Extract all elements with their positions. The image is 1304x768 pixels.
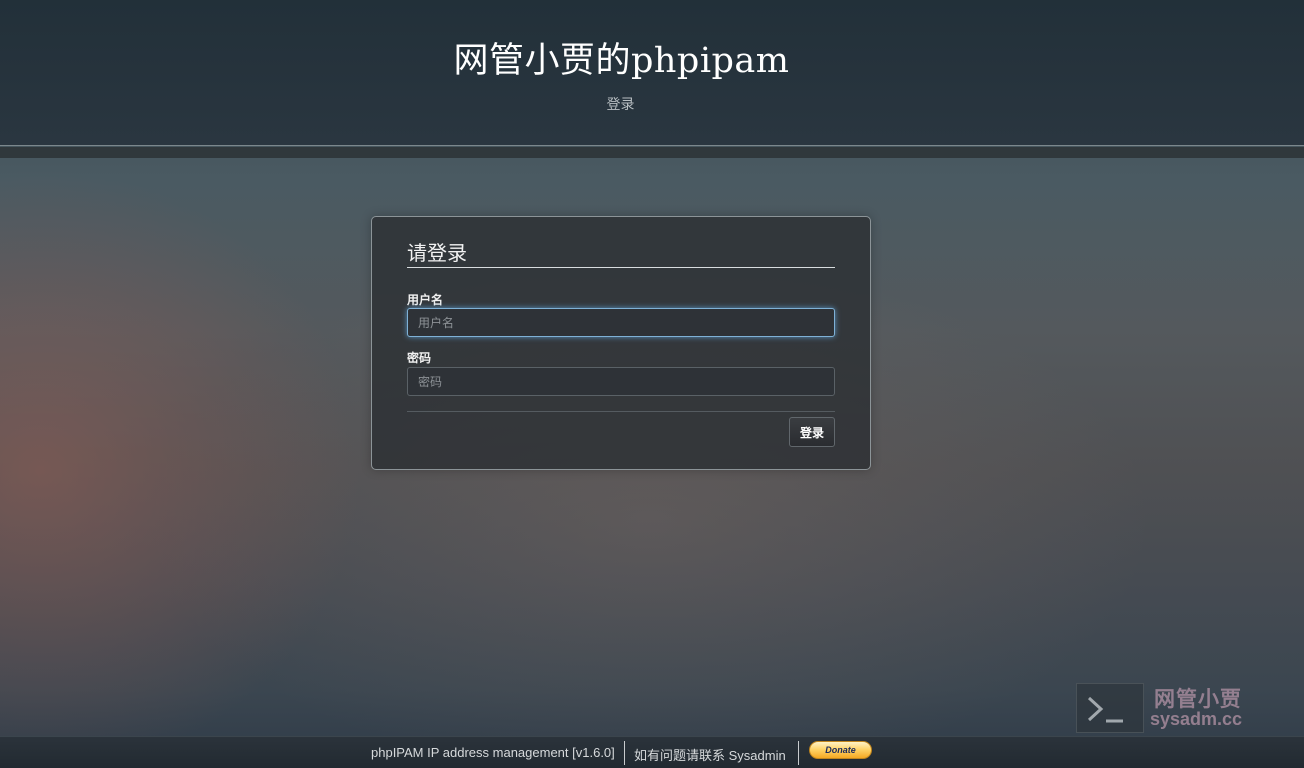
page-footer: phpIPAM IP address management [v1.6.0] 如… <box>0 736 1304 768</box>
page-subtitle: 登录 <box>606 97 635 113</box>
footer-separator <box>798 741 799 765</box>
watermark-text-domain: sysadm.cc <box>1150 709 1243 729</box>
terminal-icon <box>1076 683 1144 733</box>
login-form: 请登录 用户名 密码 登录 <box>371 216 871 470</box>
username-input[interactable] <box>407 308 835 337</box>
site-title: 网管小贾的phpipam <box>453 41 790 81</box>
footer-separator <box>624 741 625 765</box>
login-heading: 请登录 <box>407 239 835 268</box>
password-input[interactable] <box>407 367 835 396</box>
footer-version-text: phpIPAM IP address management [v1.6.0] <box>371 745 615 760</box>
watermark: 网管小贾 sysadm.cc <box>1076 683 1256 733</box>
login-button[interactable]: 登录 <box>789 417 835 447</box>
footer-contact-link[interactable]: 如有问题请联系 Sysadmin <box>634 745 786 764</box>
donate-button[interactable]: Donate <box>809 741 872 759</box>
page-header: 网管小贾的phpipam 登录 <box>0 0 1304 146</box>
form-divider <box>407 411 835 412</box>
header-divider-band <box>0 147 1304 158</box>
password-label: 密码 <box>407 351 432 365</box>
username-label: 用户名 <box>407 293 444 307</box>
